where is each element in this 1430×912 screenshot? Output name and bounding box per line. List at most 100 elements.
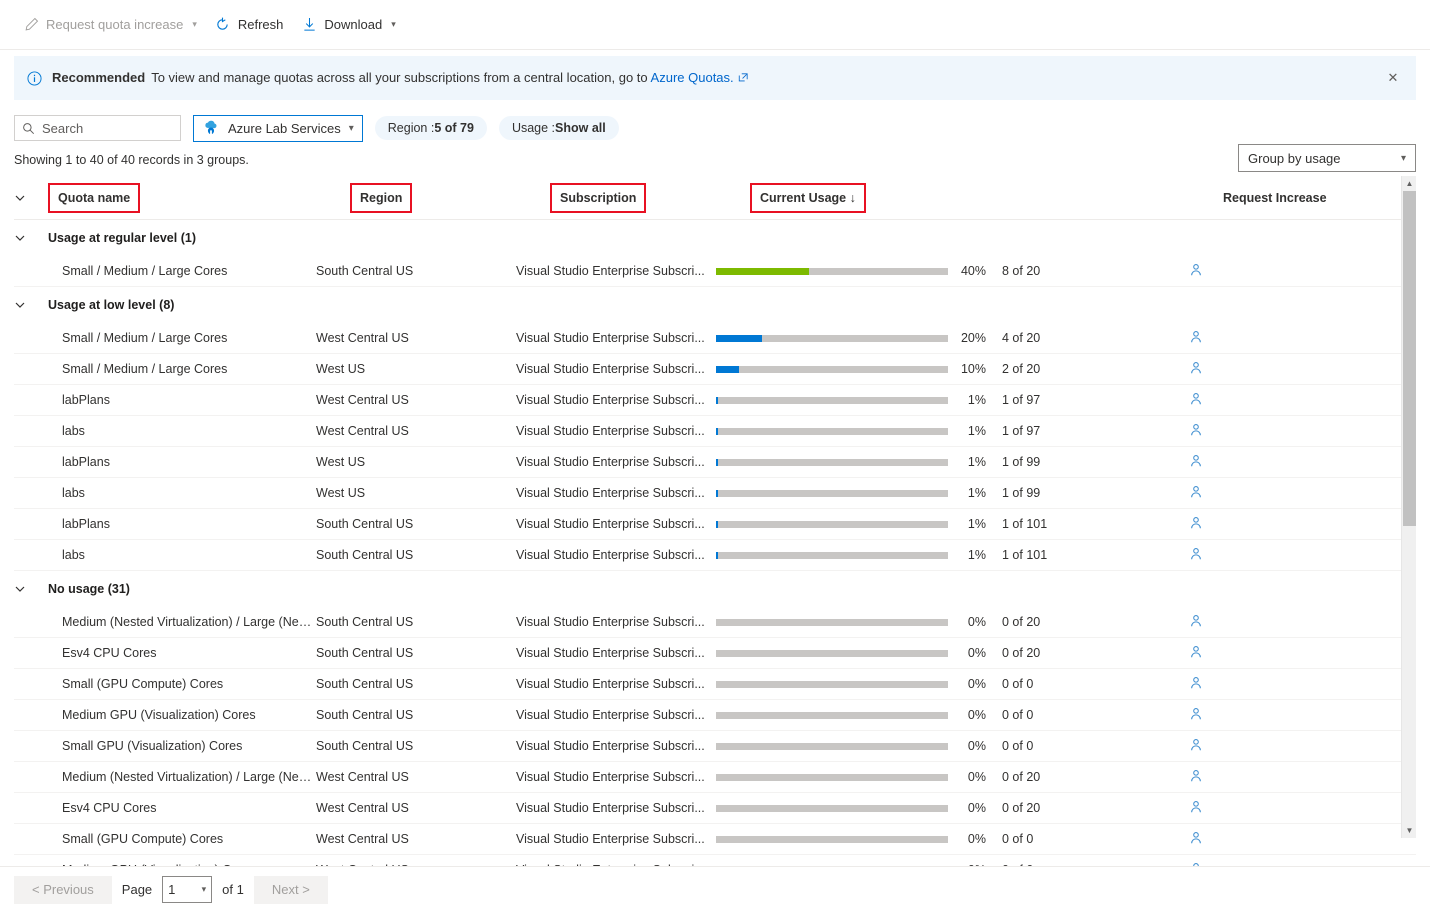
- group-header[interactable]: No usage (31): [14, 571, 1416, 607]
- table-row[interactable]: Medium (Nested Virtualization) / Large (…: [14, 607, 1416, 638]
- next-page-button[interactable]: Next >: [253, 875, 328, 904]
- column-header-quota-name[interactable]: Quota name: [48, 182, 350, 213]
- column-header-subscription[interactable]: Subscription: [550, 182, 750, 213]
- banner-close-button[interactable]: ✕: [1380, 65, 1406, 91]
- table-row[interactable]: Medium (Nested Virtualization) / Large (…: [14, 762, 1416, 793]
- column-header-current-usage[interactable]: Current Usage ↓: [750, 182, 1223, 213]
- group-header-label: No usage (31): [48, 582, 130, 596]
- azure-quotas-link[interactable]: Azure Quotas.: [651, 70, 734, 85]
- cell-request-increase: [1189, 361, 1416, 378]
- table-scrollbar[interactable]: ▲ ▼: [1401, 176, 1416, 838]
- request-increase-person-icon[interactable]: [1189, 392, 1203, 406]
- usage-percent-label: 10%: [960, 362, 986, 376]
- cell-subscription: Visual Studio Enterprise Subscri...: [516, 708, 705, 722]
- group-header[interactable]: Usage at low level (8): [14, 287, 1416, 323]
- scroll-down-arrow[interactable]: ▼: [1402, 823, 1417, 838]
- usage-percent-label: 1%: [967, 517, 986, 531]
- cell-current-usage: 0% 0 of 20: [716, 646, 1189, 660]
- search-input[interactable]: [42, 120, 218, 136]
- request-increase-person-icon[interactable]: [1189, 516, 1203, 530]
- scroll-up-arrow[interactable]: ▲: [1402, 176, 1417, 191]
- request-increase-person-icon[interactable]: [1189, 769, 1203, 783]
- request-increase-person-icon[interactable]: [1189, 263, 1203, 277]
- table-row[interactable]: Small / Medium / Large Cores West Central…: [14, 323, 1416, 354]
- table-row[interactable]: Small / Medium / Large Cores West US Visua…: [14, 354, 1416, 385]
- table-row[interactable]: labs West Central US Visual Studio Enterpr…: [14, 416, 1416, 447]
- usage-progress-bar: [716, 773, 948, 781]
- expand-all-chevron[interactable]: [14, 192, 48, 204]
- cell-region: West Central US: [316, 801, 409, 815]
- usage-ratio-label: 0 of 0: [1002, 708, 1034, 722]
- table-row[interactable]: Esv4 CPU Cores West Central US Visual Stud…: [14, 793, 1416, 824]
- table-row[interactable]: Small (GPU Compute) Cores West Central US…: [14, 824, 1416, 855]
- usage-progress-fill: [716, 267, 809, 275]
- usage-ratio-label: 8 of 20: [1002, 264, 1041, 278]
- cell-current-usage: 0% 0 of 0: [716, 832, 1189, 846]
- previous-page-button[interactable]: < Previous: [14, 875, 112, 904]
- column-header-request-increase[interactable]: Request Increase: [1223, 190, 1416, 205]
- table-row[interactable]: Small GPU (Visualization) Cores South Cen…: [14, 731, 1416, 762]
- region-filter-prefix: Region :: [387, 121, 435, 135]
- cell-current-usage: 1% 1 of 101: [716, 517, 1189, 531]
- chevron-down-icon[interactable]: [14, 583, 48, 595]
- table-row[interactable]: Medium GPU (Visualization) Cores South Ce…: [14, 700, 1416, 731]
- request-increase-person-icon[interactable]: [1189, 423, 1203, 437]
- refresh-button[interactable]: Refresh: [206, 12, 293, 38]
- table-row[interactable]: labPlans West Central US Visual Studio Ent…: [14, 385, 1416, 416]
- cell-request-increase: [1189, 485, 1416, 502]
- usage-percent-label: 0%: [967, 801, 986, 815]
- group-by-dropdown[interactable]: Group by usage ▾: [1238, 144, 1416, 172]
- chevron-down-icon[interactable]: [14, 232, 48, 244]
- table-row[interactable]: labs West US Visual Studio Enterprise Subs…: [14, 478, 1416, 509]
- usage-filter-pill[interactable]: Usage : Show all: [498, 116, 619, 140]
- request-increase-person-icon[interactable]: [1189, 485, 1203, 499]
- request-increase-person-icon[interactable]: [1189, 800, 1203, 814]
- cell-region: South Central US: [316, 548, 414, 562]
- table-row[interactable]: labPlans West US Visual Studio Enterprise …: [14, 447, 1416, 478]
- request-increase-person-icon[interactable]: [1189, 547, 1203, 561]
- request-quota-increase-button[interactable]: Request quota increase ▾: [14, 12, 206, 38]
- request-increase-person-icon[interactable]: [1189, 738, 1203, 752]
- column-header-region[interactable]: Region: [350, 182, 550, 213]
- request-increase-person-icon[interactable]: [1189, 614, 1203, 628]
- region-filter-pill[interactable]: Region : 5 of 79: [374, 116, 487, 140]
- request-increase-person-icon[interactable]: [1189, 330, 1203, 344]
- table-row[interactable]: labs South Central US Visual Studio Enterp…: [14, 540, 1416, 571]
- request-increase-person-icon[interactable]: [1189, 707, 1203, 721]
- usage-ratio-label: 1 of 97: [1002, 393, 1041, 407]
- usage-ratio-label: 0 of 0: [1002, 739, 1034, 753]
- cell-current-usage: 40% 8 of 20: [716, 264, 1189, 278]
- request-increase-person-icon[interactable]: [1189, 645, 1203, 659]
- cell-current-usage: 0% 0 of 20: [716, 770, 1189, 784]
- table-row[interactable]: Small (GPU Compute) Cores South Central U…: [14, 669, 1416, 700]
- cell-quota-name: labPlans: [62, 517, 110, 531]
- provider-dropdown[interactable]: Azure Lab Services ▾: [193, 114, 363, 142]
- page-number-select[interactable]: 1 ▾: [162, 876, 213, 903]
- table-row[interactable]: Small / Medium / Large Cores South Centra…: [14, 256, 1416, 287]
- cell-current-usage: 1% 1 of 99: [716, 486, 1189, 500]
- scrollbar-thumb[interactable]: [1403, 191, 1416, 526]
- request-increase-person-icon[interactable]: [1189, 361, 1203, 375]
- request-increase-person-icon[interactable]: [1189, 676, 1203, 690]
- request-increase-person-icon[interactable]: [1189, 831, 1203, 845]
- cell-region: South Central US: [316, 708, 414, 722]
- table-row[interactable]: Esv4 CPU Cores South Central US Visual Stu…: [14, 638, 1416, 669]
- chevron-down-icon[interactable]: [14, 299, 48, 311]
- download-button[interactable]: Download ▾: [292, 12, 404, 38]
- search-box[interactable]: [14, 115, 218, 141]
- cell-quota-name: Medium (Nested Virtualization) / Large (…: [62, 770, 316, 784]
- request-quota-increase-label: Request quota increase: [46, 17, 184, 32]
- download-label: Download: [324, 17, 383, 32]
- usage-progress-bar: [716, 649, 948, 657]
- cell-region: West Central US: [316, 393, 409, 407]
- usage-percent-label: 0%: [967, 615, 986, 629]
- request-increase-person-icon[interactable]: [1189, 454, 1203, 468]
- group-header[interactable]: Usage at regular level (1): [14, 220, 1416, 256]
- cell-quota-name: Small GPU (Visualization) Cores: [62, 739, 243, 753]
- pagination-bar: < Previous Page 1 ▾ of 1 Next >: [0, 866, 1430, 912]
- cell-subscription: Visual Studio Enterprise Subscri...: [516, 770, 705, 784]
- table-row[interactable]: labPlans South Central US Visual Studio En…: [14, 509, 1416, 540]
- provider-name: Azure Lab Services: [228, 120, 341, 136]
- banner-label: Recommended: [52, 70, 146, 85]
- usage-progress-bar: [716, 742, 948, 750]
